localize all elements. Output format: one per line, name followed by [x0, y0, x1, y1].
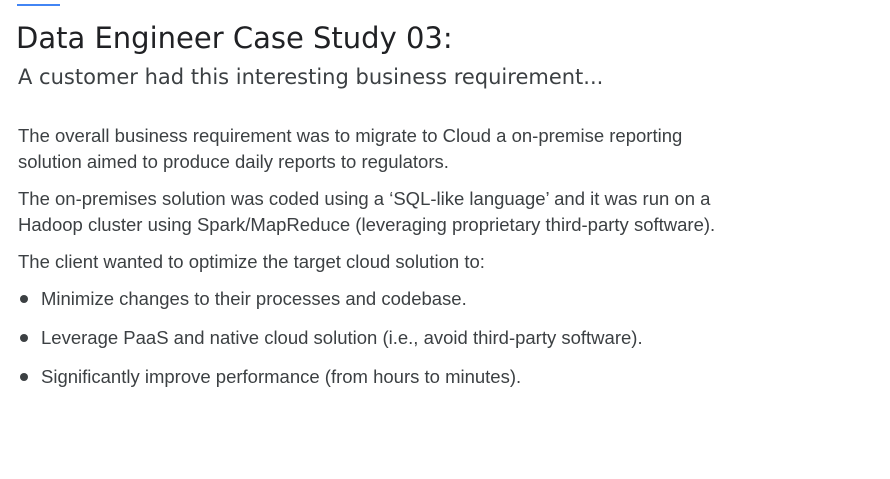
slide: { "slide": { "title": "Data Engineer Cas…	[0, 0, 890, 479]
bullet-icon	[20, 334, 28, 342]
list-item: Leverage PaaS and native cloud solution …	[18, 325, 838, 351]
paragraph-requirement: The overall business requirement was to …	[18, 125, 683, 172]
slide-title: Data Engineer Case Study 03:	[16, 21, 453, 55]
list-item-text: Minimize changes to their processes and …	[41, 288, 467, 309]
list-item-text: Leverage PaaS and native cloud solution …	[41, 327, 643, 348]
title-accent-bar	[17, 4, 60, 6]
list-item-text: Significantly improve performance (from …	[41, 366, 522, 387]
list-item: Significantly improve performance (from …	[18, 364, 838, 390]
bullet-icon	[20, 373, 28, 381]
paragraph-client-goals: The client wanted to optimize the target…	[18, 251, 485, 272]
bullet-icon	[20, 295, 28, 303]
slide-subtitle: A customer had this interesting business…	[18, 65, 604, 89]
paragraph-on-premises: The on-premises solution was coded using…	[18, 188, 716, 235]
slide-body: The overall business requirement was to …	[18, 123, 838, 403]
list-item: Minimize changes to their processes and …	[18, 286, 838, 312]
goals-list: Minimize changes to their processes and …	[18, 286, 838, 390]
